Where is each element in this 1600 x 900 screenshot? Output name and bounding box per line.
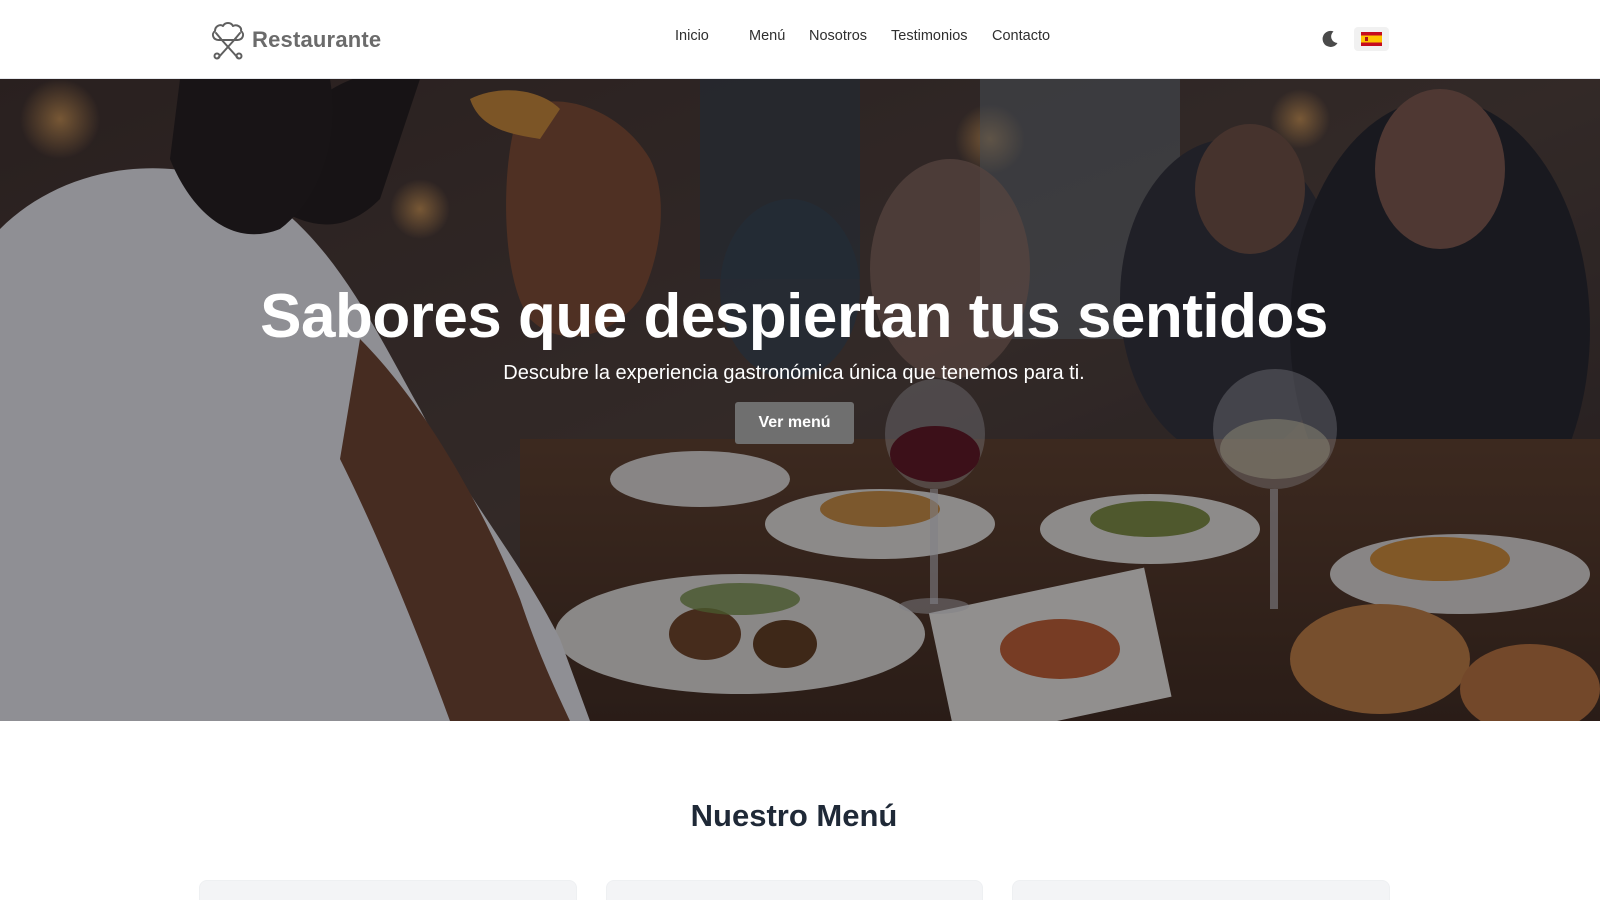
language-selector-button[interactable]	[1354, 27, 1389, 51]
top-navbar: Restaurante Inicio Menú Nosotros Testimo…	[0, 0, 1600, 79]
theme-toggle-button[interactable]	[1318, 26, 1342, 52]
nav-link-testimonios[interactable]: Testimonios	[891, 28, 968, 44]
hero-dark-overlay	[0, 79, 1600, 721]
menu-card[interactable]	[199, 880, 577, 900]
hero-subtitle: Descubre la experiencia gastronómica úni…	[503, 362, 1085, 384]
hero-section: Sabores que despiertan tus sentidos Desc…	[0, 79, 1600, 721]
nav-link-nosotros[interactable]: Nosotros	[809, 28, 867, 44]
menu-section-title: Nuestro Menú	[690, 798, 898, 833]
spain-flag-icon	[1361, 32, 1382, 46]
view-menu-button[interactable]: Ver menú	[735, 402, 854, 444]
nav-link-contacto[interactable]: Contacto	[992, 28, 1050, 44]
menu-card[interactable]	[1012, 880, 1390, 900]
moon-icon	[1322, 30, 1338, 47]
nav-link-menu[interactable]: Menú	[749, 28, 785, 44]
menu-card[interactable]	[606, 880, 983, 900]
nav-link-inicio[interactable]: Inicio	[675, 28, 709, 44]
hero-title: Sabores que despiertan tus sentidos	[260, 282, 1328, 351]
